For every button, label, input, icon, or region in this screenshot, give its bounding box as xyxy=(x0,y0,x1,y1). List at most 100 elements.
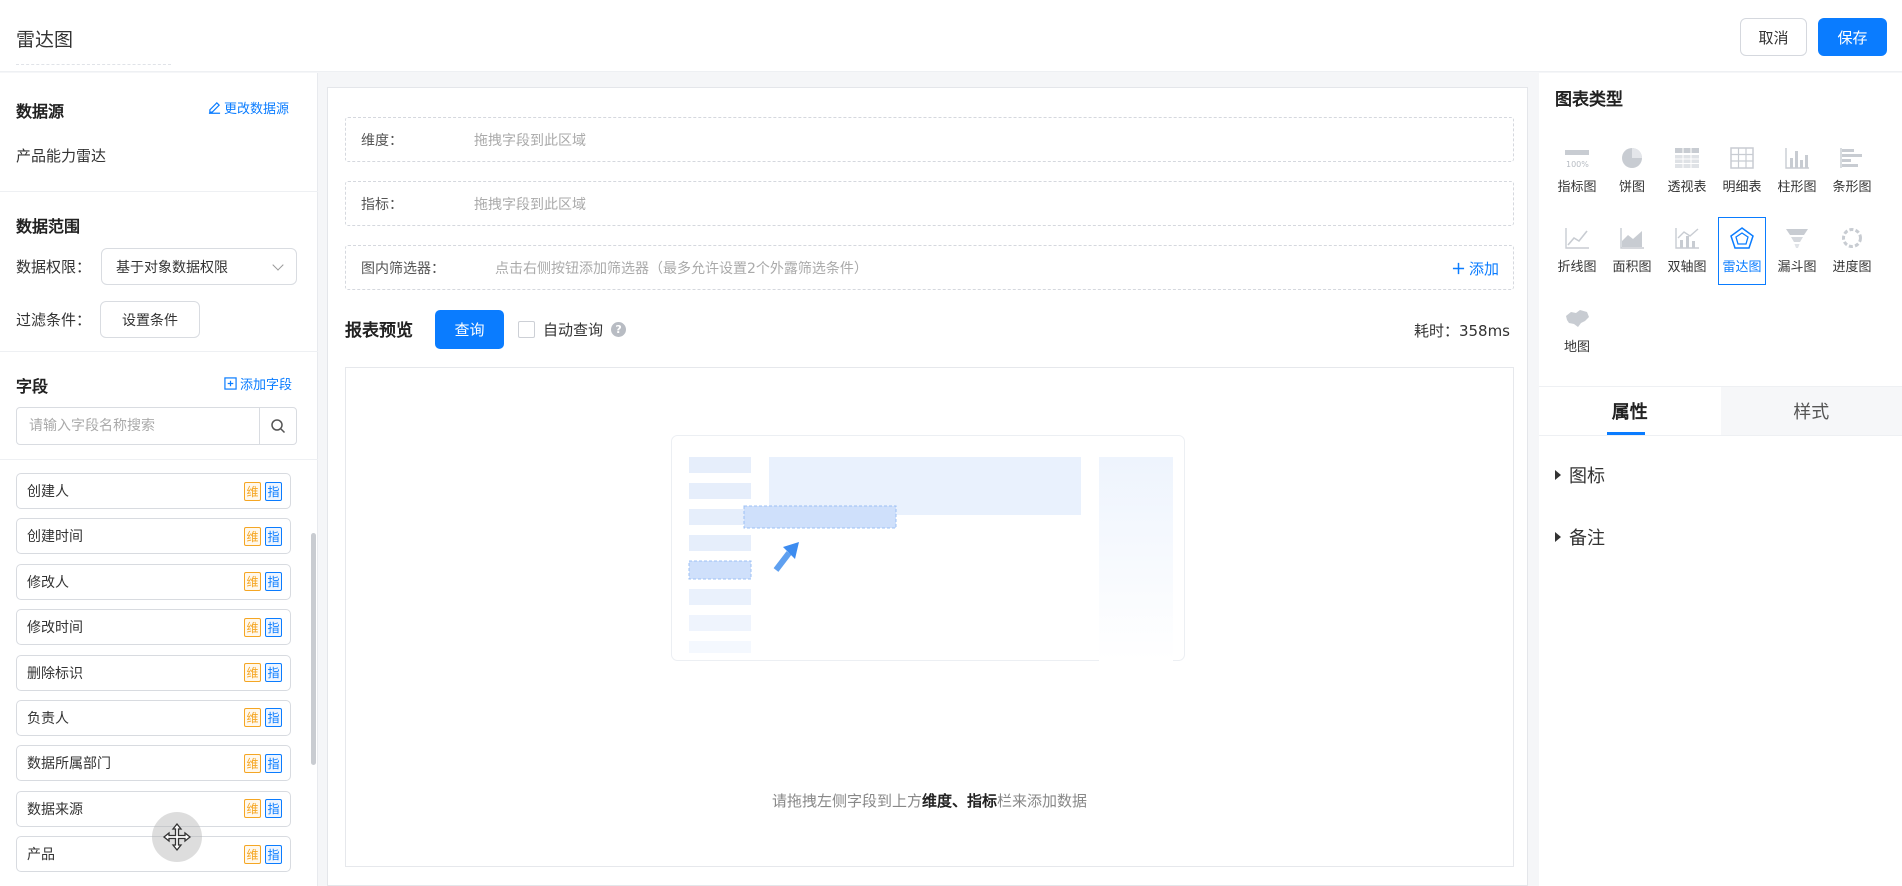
query-button[interactable]: 查询 xyxy=(435,310,504,349)
chart-type-label: 漏斗图 xyxy=(1777,260,1817,275)
preview-canvas: 请拖拽左侧字段到上方维度、指标栏来添加数据 xyxy=(345,367,1514,867)
chart-type-progress[interactable]: 进度图 xyxy=(1828,217,1876,285)
bar-chart-icon xyxy=(1840,148,1862,168)
datasource-title: 数据源 xyxy=(16,102,65,121)
chart-type-label: 面积图 xyxy=(1612,260,1652,275)
move-icon xyxy=(162,822,192,852)
set-condition-button[interactable]: 设置条件 xyxy=(100,301,200,338)
divider xyxy=(0,191,318,192)
chart-type-funnel[interactable]: 漏斗图 xyxy=(1773,217,1821,285)
auto-query-label: 自动查询 xyxy=(543,321,604,339)
field-name: 修改时间 xyxy=(27,620,83,637)
dimension-tag: 维 xyxy=(244,663,261,683)
chart-title-input[interactable]: 雷达图 xyxy=(16,25,171,65)
top-bar: 雷达图 取消 保存 xyxy=(0,0,1902,72)
dual-axis-chart-icon xyxy=(1675,228,1699,249)
preview-title: 报表预览 xyxy=(345,321,413,341)
auto-query-checkbox[interactable] xyxy=(518,321,535,338)
chart-type-detail[interactable]: 明细表 xyxy=(1718,137,1766,205)
dimension-tag: 维 xyxy=(244,617,261,637)
search-icon xyxy=(271,419,286,434)
permission-label: 数据权限： xyxy=(16,258,92,276)
funnel-chart-icon xyxy=(1786,229,1808,248)
chart-type-radar[interactable]: 雷达图 xyxy=(1718,217,1766,285)
chart-type-label: 地图 xyxy=(1563,340,1590,355)
field-item[interactable]: 删除标识 维指 xyxy=(16,654,291,691)
dimension-tag: 维 xyxy=(244,708,261,728)
field-item[interactable]: 数据所属部门 维指 xyxy=(16,745,291,782)
change-datasource-link[interactable]: 更改数据源 xyxy=(208,98,289,117)
chart-type-label: 雷达图 xyxy=(1722,260,1762,275)
dimension-dropzone[interactable]: 维度： 拖拽字段到此区域 xyxy=(345,117,1514,162)
add-filter-button[interactable]: 添加 xyxy=(1452,258,1499,279)
chart-type-dual-axis[interactable]: 双轴图 xyxy=(1663,217,1711,285)
metric-tag: 指 xyxy=(265,753,282,773)
field-item[interactable]: 创建人 维指 xyxy=(16,473,291,509)
empty-state-illustration xyxy=(671,435,1185,661)
chart-type-grid: 100% 指标图 饼图 透视表 明细表 柱形图 条形图 折线图 面积图 双轴图 … xyxy=(1553,137,1889,365)
chart-type-column[interactable]: 柱形图 xyxy=(1773,137,1821,205)
add-field-link[interactable]: 添加字段 xyxy=(224,374,292,393)
metric-dropzone[interactable]: 指标： 拖拽字段到此区域 xyxy=(345,181,1514,226)
chart-type-title: 图表类型 xyxy=(1555,90,1623,110)
dimension-tag: 维 xyxy=(244,844,261,864)
tab-properties[interactable]: 属性 xyxy=(1539,387,1721,435)
field-item[interactable]: 数据来源 维指 xyxy=(16,790,291,827)
tab-style[interactable]: 样式 xyxy=(1720,387,1902,435)
save-button[interactable]: 保存 xyxy=(1818,18,1887,56)
area-chart-icon xyxy=(1620,228,1644,249)
chart-type-line[interactable]: 折线图 xyxy=(1553,217,1601,285)
radar-chart-icon xyxy=(1730,227,1754,249)
progress-chart-icon xyxy=(1842,228,1862,248)
metric-tag: 指 xyxy=(265,526,282,546)
chart-type-area[interactable]: 面积图 xyxy=(1608,217,1656,285)
search-button[interactable] xyxy=(259,408,296,444)
svg-text:100%: 100% xyxy=(1566,160,1589,169)
empty-state-text: 请拖拽左侧字段到上方维度、指标栏来添加数据 xyxy=(346,790,1513,811)
permission-select[interactable]: 基于对象数据权限 xyxy=(101,248,297,285)
field-name: 创建人 xyxy=(27,484,69,500)
pivot-table-icon xyxy=(1675,148,1699,168)
filter-label: 过滤条件： xyxy=(16,311,92,329)
field-name: 数据来源 xyxy=(27,801,83,818)
metric-label: 指标： xyxy=(361,196,403,213)
field-list: 创建人维指 创建时间维指 修改人维指 修改时间维指 删除标识维指 负责人维指 数… xyxy=(16,473,291,882)
chart-type-label: 条形图 xyxy=(1832,180,1872,195)
editor-area: 维度： 拖拽字段到此区域 指标： 拖拽字段到此区域 图内筛选器： 点击右侧按钮添… xyxy=(327,87,1528,886)
field-search xyxy=(16,407,297,445)
change-datasource-label: 更改数据源 xyxy=(224,102,290,117)
field-search-input[interactable] xyxy=(17,408,259,444)
scope-title: 数据范围 xyxy=(16,217,81,236)
help-icon[interactable]: ? xyxy=(611,322,627,337)
metric-tag: 指 xyxy=(265,481,282,501)
section-icon-toggle[interactable]: 图标 xyxy=(1555,462,1605,488)
section-note-toggle[interactable]: 备注 xyxy=(1555,524,1605,550)
inner-filter-hint: 点击右侧按钮添加筛选器（最多允许设置2个外露筛选条件） xyxy=(495,260,868,277)
field-item[interactable]: 创建时间 维指 xyxy=(16,518,291,555)
metric-tag: 指 xyxy=(265,663,282,683)
field-item[interactable]: 修改时间 维指 xyxy=(16,609,291,646)
fields-title: 字段 xyxy=(16,377,49,396)
field-name: 修改人 xyxy=(27,574,69,591)
field-list-scrollbar[interactable] xyxy=(311,533,316,765)
section-note-label: 备注 xyxy=(1569,528,1605,549)
chart-type-bar[interactable]: 条形图 xyxy=(1828,137,1876,205)
settings-tabs: 属性 样式 xyxy=(1539,386,1902,436)
permission-value: 基于对象数据权限 xyxy=(116,259,228,276)
caret-right-icon xyxy=(1555,532,1561,542)
edit-icon xyxy=(208,102,221,114)
caret-right-icon xyxy=(1555,470,1561,480)
field-name: 产品 xyxy=(27,847,55,864)
chart-type-label: 双轴图 xyxy=(1667,260,1707,275)
inner-filter-label: 图内筛选器： xyxy=(361,260,445,277)
chart-type-pie[interactable]: 饼图 xyxy=(1608,137,1656,205)
field-name: 删除标识 xyxy=(27,665,83,682)
field-item[interactable]: 修改人 维指 xyxy=(16,563,291,600)
chart-type-indicator[interactable]: 100% 指标图 xyxy=(1553,137,1601,205)
dimension-label: 维度： xyxy=(361,132,403,149)
chart-type-pivot[interactable]: 透视表 xyxy=(1663,137,1711,205)
cancel-button[interactable]: 取消 xyxy=(1740,18,1807,56)
chart-type-map[interactable]: 地图 xyxy=(1553,297,1601,365)
auto-query-toggle[interactable]: 自动查询 ? xyxy=(518,319,627,340)
field-item[interactable]: 负责人 维指 xyxy=(16,699,291,736)
